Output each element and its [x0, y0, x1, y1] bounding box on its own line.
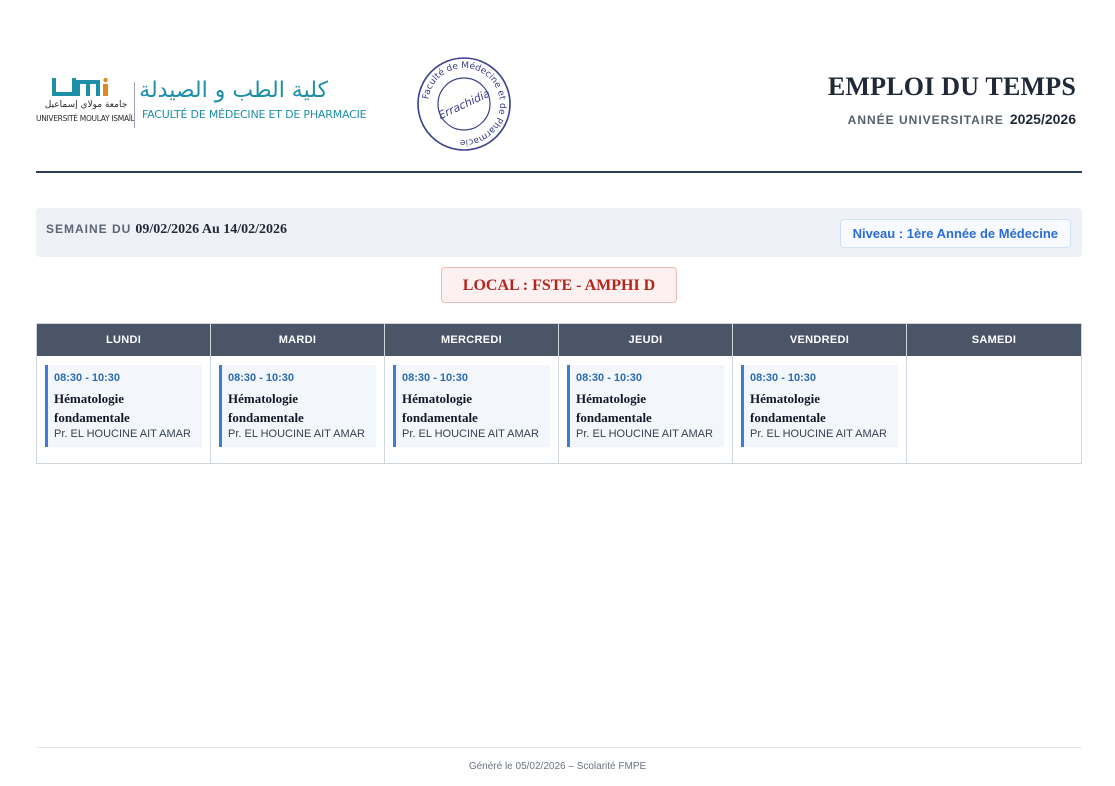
stamp-center-text: Errachidia [436, 87, 492, 122]
course-time: 08:30 - 10:30 [750, 372, 817, 384]
day-header: MERCREDI [385, 324, 558, 356]
course-time: 08:30 - 10:30 [54, 372, 121, 384]
umi-logo: جامعة مولاي إسماعيل UNIVERSITÉ MOULAY IS… [36, 78, 135, 128]
footer-text: Généré le 05/02/2026 – Scolarité FMPE [468, 761, 647, 772]
course-professor: Pr. EL HOUCINE AIT AMAR [402, 428, 539, 440]
course-title: Hématologie fondamentale [402, 391, 478, 425]
day-column-vendredi: VENDREDI 08:30 - 10:30 Hématologie fondam… [733, 324, 907, 463]
level-badge: Niveau : 1ère Année de Médecine [839, 219, 1071, 248]
day-column-mercredi: MERCREDI 08:30 - 10:30 Hématologie fondam… [385, 324, 559, 463]
course-card[interactable]: 08:30 - 10:30 Hématologie fondamentale Pr… [741, 365, 898, 447]
faculty-name-ar: كلية الطب و الصيدلة [139, 78, 328, 103]
week-label: SEMAINE DU 09/02/2026 Au 14/02/2026 [46, 222, 287, 238]
faculty-stamp: Faculté de Médecine et de Pharmacie Erra… [417, 57, 511, 151]
course-title: Hématologie fondamentale [576, 391, 652, 425]
course-card[interactable]: 08:30 - 10:30 Hématologie fondamentale Pr… [393, 365, 550, 447]
course-time: 08:30 - 10:30 [402, 372, 469, 384]
academic-year-label: ANNÉE UNIVERSITAIRE [847, 113, 1004, 127]
day-header: SAMEDI [907, 324, 1081, 356]
course-time: 08:30 - 10:30 [228, 372, 295, 384]
course-professor: Pr. EL HOUCINE AIT AMAR [228, 428, 365, 440]
logo-divider [134, 82, 135, 128]
academic-year: ANNÉE UNIVERSITAIRE 2025/2026 [828, 111, 1076, 127]
academic-year-value: 2025/2026 [1009, 111, 1076, 127]
local-badge: LOCAL : FSTE - AMPHI D [441, 267, 677, 303]
university-name-fr: UNIVERSITÉ MOULAY ISMAÏL [36, 114, 135, 123]
title-block: EMPLOI DU TEMPS ANNÉE UNIVERSITAIRE 2025/… [828, 72, 1076, 127]
day-header: MARDI [211, 324, 384, 356]
course-card[interactable]: 08:30 - 10:30 Hématologie fondamentale Pr… [219, 365, 376, 447]
course-professor: Pr. EL HOUCINE AIT AMAR [54, 428, 191, 440]
day-column-lundi: LUNDI 08:30 - 10:30 Hématologie fondament… [37, 324, 211, 463]
week-label-text: SEMAINE DU [46, 222, 132, 236]
course-professor: Pr. EL HOUCINE AIT AMAR [576, 428, 713, 440]
day-header: JEUDI [559, 324, 732, 356]
day-column-mardi: MARDI 08:30 - 10:30 Hématologie fondament… [211, 324, 385, 463]
week-dates: 09/02/2026 Au 14/02/2026 [135, 222, 288, 237]
day-column-jeudi: JEUDI 08:30 - 10:30 Hématologie fondament… [559, 324, 733, 463]
faculty-name-fr: FACULTÉ DE MÉDECINE ET DE PHARMACIE [142, 108, 367, 121]
day-header: LUNDI [37, 324, 210, 356]
header-divider [36, 171, 1082, 173]
day-column-samedi: SAMEDI [907, 324, 1081, 463]
umi-logo-mark [52, 78, 108, 96]
page-header: جامعة مولاي إسماعيل UNIVERSITÉ MOULAY IS… [36, 57, 1082, 171]
footer-divider [36, 747, 1082, 748]
course-card[interactable]: 08:30 - 10:30 Hématologie fondamentale Pr… [45, 365, 202, 447]
course-card[interactable]: 08:30 - 10:30 Hématologie fondamentale Pr… [567, 365, 724, 447]
course-professor: Pr. EL HOUCINE AIT AMAR [750, 428, 887, 440]
timetable: LUNDI 08:30 - 10:30 Hématologie fondament… [36, 323, 1082, 464]
page-title: EMPLOI DU TEMPS [827, 72, 1076, 101]
day-header: VENDREDI [733, 324, 906, 356]
course-title: Hématologie fondamentale [750, 391, 826, 425]
week-bar: SEMAINE DU 09/02/2026 Au 14/02/2026 Nivea… [36, 208, 1082, 257]
university-name-ar: جامعة مولاي إسماعيل [44, 100, 128, 110]
course-title: Hématologie fondamentale [228, 391, 304, 425]
course-time: 08:30 - 10:30 [576, 372, 643, 384]
course-title: Hématologie fondamentale [54, 391, 130, 425]
